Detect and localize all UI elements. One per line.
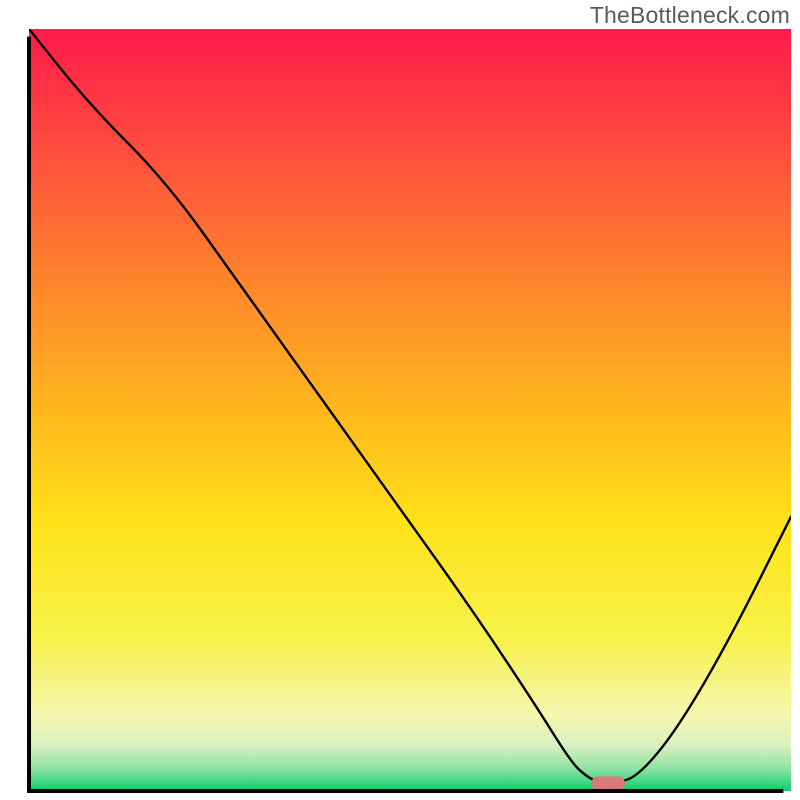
bottleneck-chart bbox=[0, 0, 800, 800]
watermark-text: TheBottleneck.com bbox=[590, 2, 790, 29]
optimal-point-marker bbox=[591, 776, 625, 790]
chart-container: TheBottleneck.com bbox=[0, 0, 800, 800]
gradient-background bbox=[29, 29, 791, 791]
